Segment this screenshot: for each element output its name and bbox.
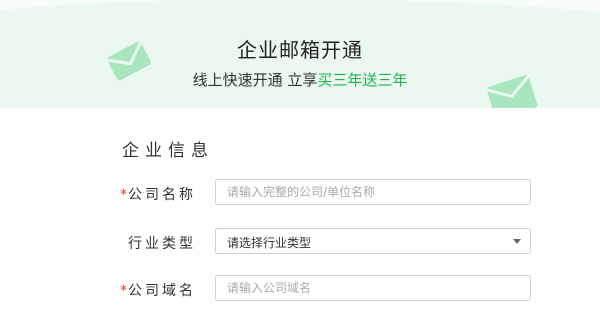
industry-select[interactable]: 请选择行业类型 [215, 228, 531, 254]
company-name-label: *公司名称 [120, 184, 196, 204]
caret-down-icon [513, 239, 521, 244]
section-title: 企业信息 [122, 141, 214, 161]
promo-banner: 企业邮箱开通 线上快速开通 立享买三年送三年 [0, 0, 600, 108]
company-domain-label-text: 公司域名 [128, 283, 196, 299]
banner-subtitle-text: 线上快速开通 立享 [192, 71, 318, 89]
industry-label: 行业类型 [128, 236, 196, 252]
banner-title: 企业邮箱开通 [237, 38, 363, 62]
company-domain-input[interactable] [215, 275, 531, 301]
company-name-row: *公司名称 [0, 179, 600, 207]
industry-row: 行业类型 请选择行业类型 [0, 228, 600, 256]
required-mark: * [120, 187, 127, 203]
company-domain-label: *公司域名 [120, 280, 196, 300]
company-domain-row: *公司域名 [0, 275, 600, 303]
banner-subtitle: 线上快速开通 立享买三年送三年 [0, 69, 600, 90]
industry-select-value: 请选择行业类型 [227, 236, 312, 250]
banner-promo-highlight: 买三年送三年 [317, 71, 408, 89]
required-mark: * [120, 283, 127, 299]
company-name-label-text: 公司名称 [128, 187, 196, 203]
company-name-input[interactable] [215, 179, 531, 205]
